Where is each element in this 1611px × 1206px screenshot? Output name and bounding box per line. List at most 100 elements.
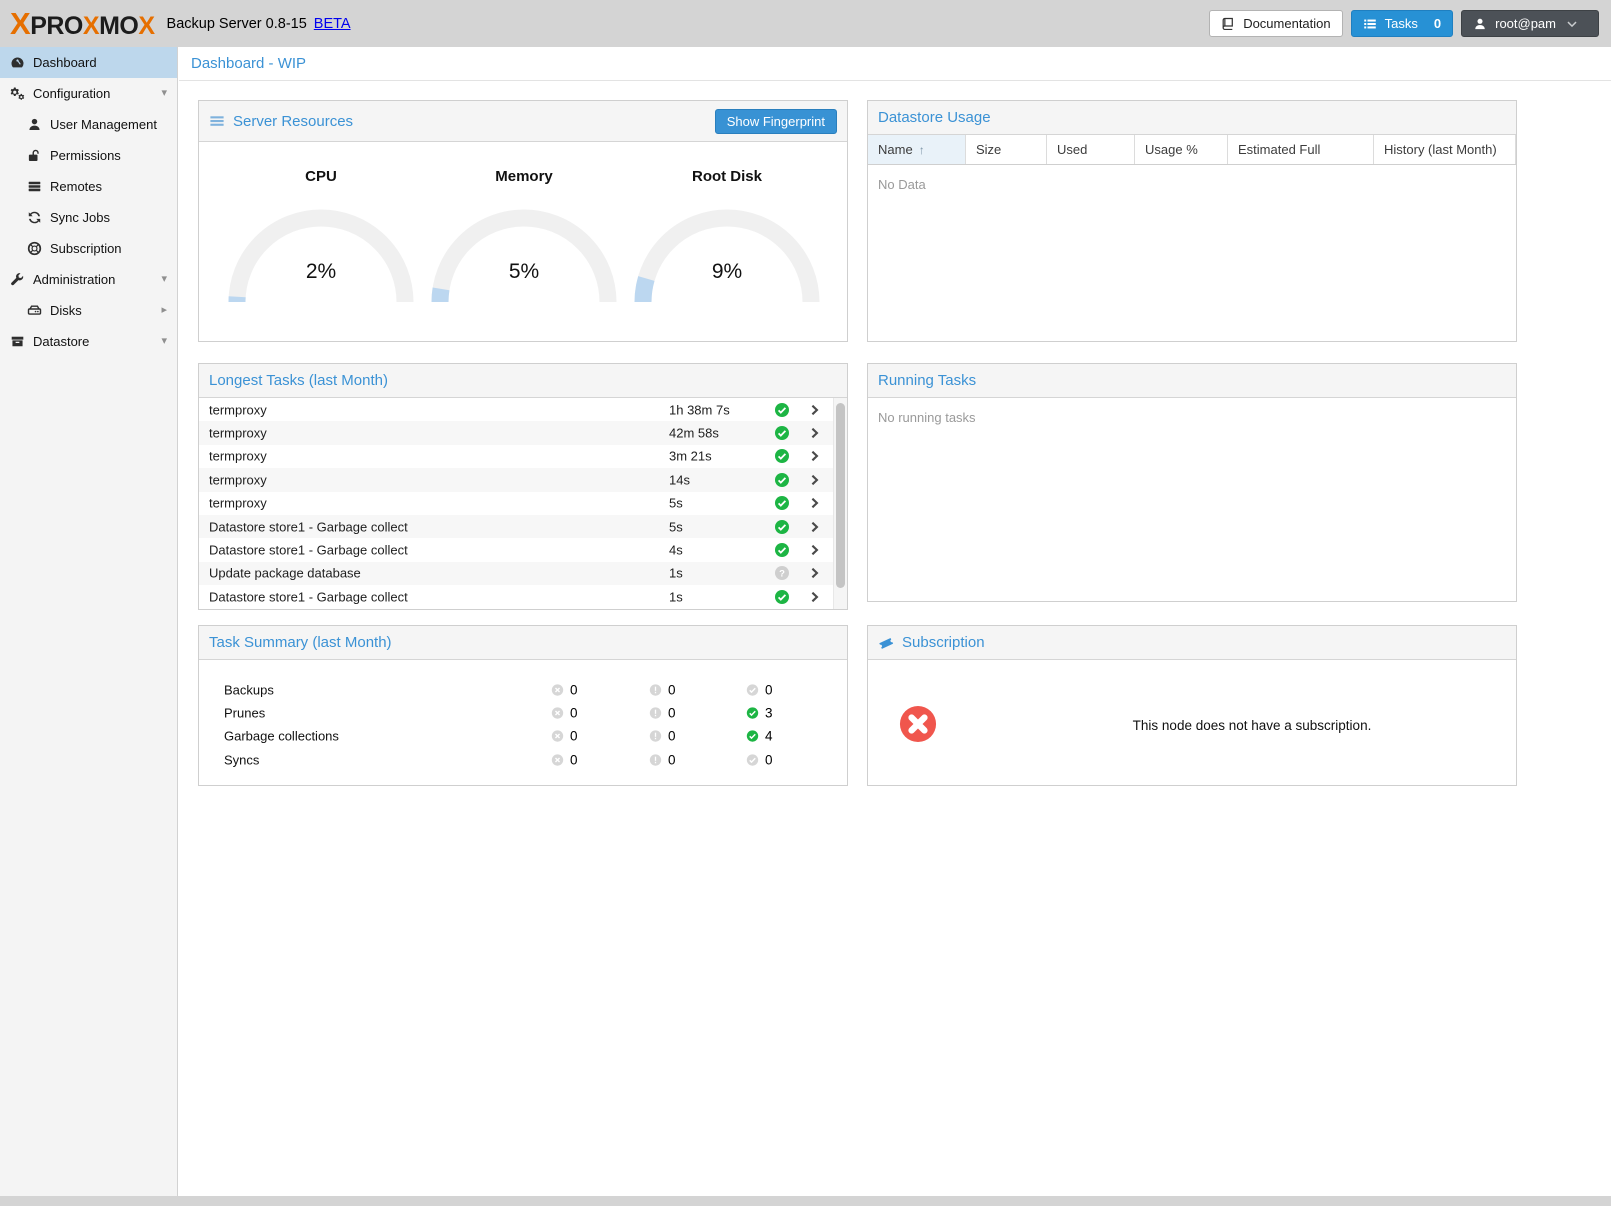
column-header-label: Estimated Full (1238, 142, 1320, 157)
chevron-right-icon[interactable] (808, 497, 821, 510)
task-summary-warning-count: 0 (668, 729, 676, 744)
column-header-size[interactable]: Size (966, 135, 1047, 164)
task-summary-row-syncs: Syncs000 (199, 748, 847, 771)
chevron-right-icon[interactable] (808, 403, 821, 416)
disk-icon (27, 303, 42, 318)
column-header-usage[interactable]: Usage % (1135, 135, 1228, 164)
sidebar-nav: Dashboard Configuration ▾ User Management Pe… (0, 47, 178, 1196)
chevron-right-icon[interactable] (808, 427, 821, 440)
column-header-name[interactable]: Name↑ (868, 135, 966, 164)
logo-segment: MO (99, 14, 138, 39)
sidebar-item-user-management[interactable]: User Management (0, 109, 177, 140)
gauge-label: Memory (424, 168, 624, 185)
gauge-memory: Memory 5% (424, 142, 624, 306)
sidebar-item-administration[interactable]: Administration ▾ (0, 264, 177, 295)
sidebar-item-disks[interactable]: Disks ▸ (0, 295, 177, 326)
running-tasks-panel: Running Tasks No running tasks (867, 363, 1517, 602)
task-row[interactable]: Datastore store1 - Garbage collect1s (199, 585, 847, 608)
x-circle-icon (551, 707, 564, 720)
sidebar-item-label: Configuration (33, 86, 110, 101)
check-circle-icon (746, 730, 759, 743)
sidebar-item-permissions[interactable]: Permissions (0, 140, 177, 171)
beta-link[interactable]: BETA (314, 16, 351, 32)
column-header-history-last-month[interactable]: History (last Month) (1374, 135, 1516, 164)
chevron-right-icon[interactable] (808, 520, 821, 533)
chevron-right-icon[interactable]: ▸ (161, 305, 167, 316)
sidebar-item-subscription[interactable]: Subscription (0, 233, 177, 264)
tasks-button[interactable]: Tasks 0 (1351, 10, 1453, 37)
chevron-right-icon[interactable] (808, 473, 821, 486)
task-duration: 42m 58s (669, 426, 719, 441)
column-header-used[interactable]: Used (1047, 135, 1135, 164)
chevron-down-icon[interactable]: ▾ (161, 274, 167, 285)
task-row[interactable]: termproxy42m 58s (199, 421, 847, 444)
logo-segment: X (10, 8, 30, 39)
task-duration: 1s (669, 589, 683, 604)
gauge-cpu: CPU2% (221, 142, 421, 306)
exclamation-circle-icon (649, 707, 662, 720)
sidebar-item-remotes[interactable]: Remotes (0, 171, 177, 202)
task-name: Update package database (209, 566, 361, 581)
task-summary-row-garbage-collections: Garbage collections004 (199, 725, 847, 748)
sidebar-item-dashboard[interactable]: Dashboard (0, 47, 177, 78)
task-row[interactable]: termproxy3m 21s (199, 445, 847, 468)
sidebar-item-datastore[interactable]: Datastore▾ (0, 326, 177, 357)
column-header-label: Used (1057, 142, 1087, 157)
show-fingerprint-button[interactable]: Show Fingerprint (715, 109, 837, 134)
task-duration: 1s (669, 566, 683, 581)
svg-text:?: ? (779, 569, 785, 580)
task-summary-error-count: 0 (570, 706, 578, 721)
chevron-right-icon[interactable] (808, 450, 821, 463)
sidebar-item-label: Dashboard (33, 55, 97, 70)
task-summary-error-cell: 0 (551, 706, 578, 721)
task-row[interactable]: Update package database 1s? (199, 562, 847, 585)
column-header-estimated-full[interactable]: Estimated Full (1228, 135, 1374, 164)
column-header-label: Size (976, 142, 1001, 157)
longest-tasks-panel: Longest Tasks (last Month) termproxy1h 3… (198, 363, 848, 610)
resource-gauges: CPU2%Memory5%Root Disk9% (199, 142, 847, 306)
datastore-icon (10, 334, 25, 349)
chevron-down-icon[interactable]: ▾ (161, 336, 167, 347)
sidebar-item-configuration[interactable]: Configuration ▾ (0, 78, 177, 109)
sidebar-item-label: Administration (33, 272, 115, 287)
sidebar-item-label: User Management (50, 117, 157, 132)
running-tasks-header: Running Tasks (868, 364, 1516, 398)
scrollbar-thumb[interactable] (836, 403, 845, 588)
task-duration: 14s (669, 472, 690, 487)
task-row[interactable]: Datastore store1 - Garbage collect4s (199, 538, 847, 561)
chevron-right-icon[interactable] (808, 544, 821, 557)
header-actions: Documentation Tasks 0 root@pam (1209, 10, 1599, 37)
task-row[interactable]: termproxy1h 38m 7s (199, 398, 847, 421)
user-menu-button[interactable]: root@pam (1461, 10, 1599, 37)
task-summary-header: Task Summary (last Month) (199, 626, 847, 660)
documentation-button[interactable]: Documentation (1209, 10, 1342, 37)
chevron-down-icon (1565, 17, 1579, 31)
gears-icon (10, 86, 25, 101)
check-circle-icon (774, 472, 790, 488)
chevron-right-icon[interactable] (808, 590, 821, 603)
task-summary-ok-count: 3 (765, 706, 773, 721)
task-row[interactable]: Datastore store1 - Garbage collect5s (199, 515, 847, 538)
documentation-label: Documentation (1243, 16, 1330, 31)
datastore-usage-title: Datastore Usage (878, 109, 991, 126)
vertical-scrollbar[interactable] (833, 398, 847, 609)
task-summary-warning-cell: 0 (649, 682, 676, 697)
datastore-usage-header: Datastore Usage (868, 101, 1516, 135)
sidebar-item-label: Disks (50, 303, 82, 318)
sidebar-item-sync-jobs[interactable]: Sync Jobs (0, 202, 177, 233)
chevron-down-icon[interactable]: ▾ (161, 88, 167, 99)
chevron-right-icon[interactable] (808, 567, 821, 580)
subscription-message: This node does not have a subscription. (998, 718, 1506, 733)
gauge-arc: 5% (424, 198, 624, 306)
task-summary-ok-count: 4 (765, 729, 773, 744)
task-summary-warning-count: 0 (668, 752, 676, 767)
tasks-label: Tasks (1385, 16, 1418, 31)
x-circle-icon (551, 753, 564, 766)
task-row[interactable]: termproxy5s (199, 492, 847, 515)
task-summary-warning-cell: 0 (649, 729, 676, 744)
product-version-label: Backup Server 0.8-15 (167, 16, 307, 32)
task-summary-warning-cell: 0 (649, 706, 676, 721)
task-row[interactable]: termproxy14s (199, 468, 847, 491)
column-header-label: History (last Month) (1384, 142, 1497, 157)
task-summary-error-cell: 0 (551, 752, 578, 767)
